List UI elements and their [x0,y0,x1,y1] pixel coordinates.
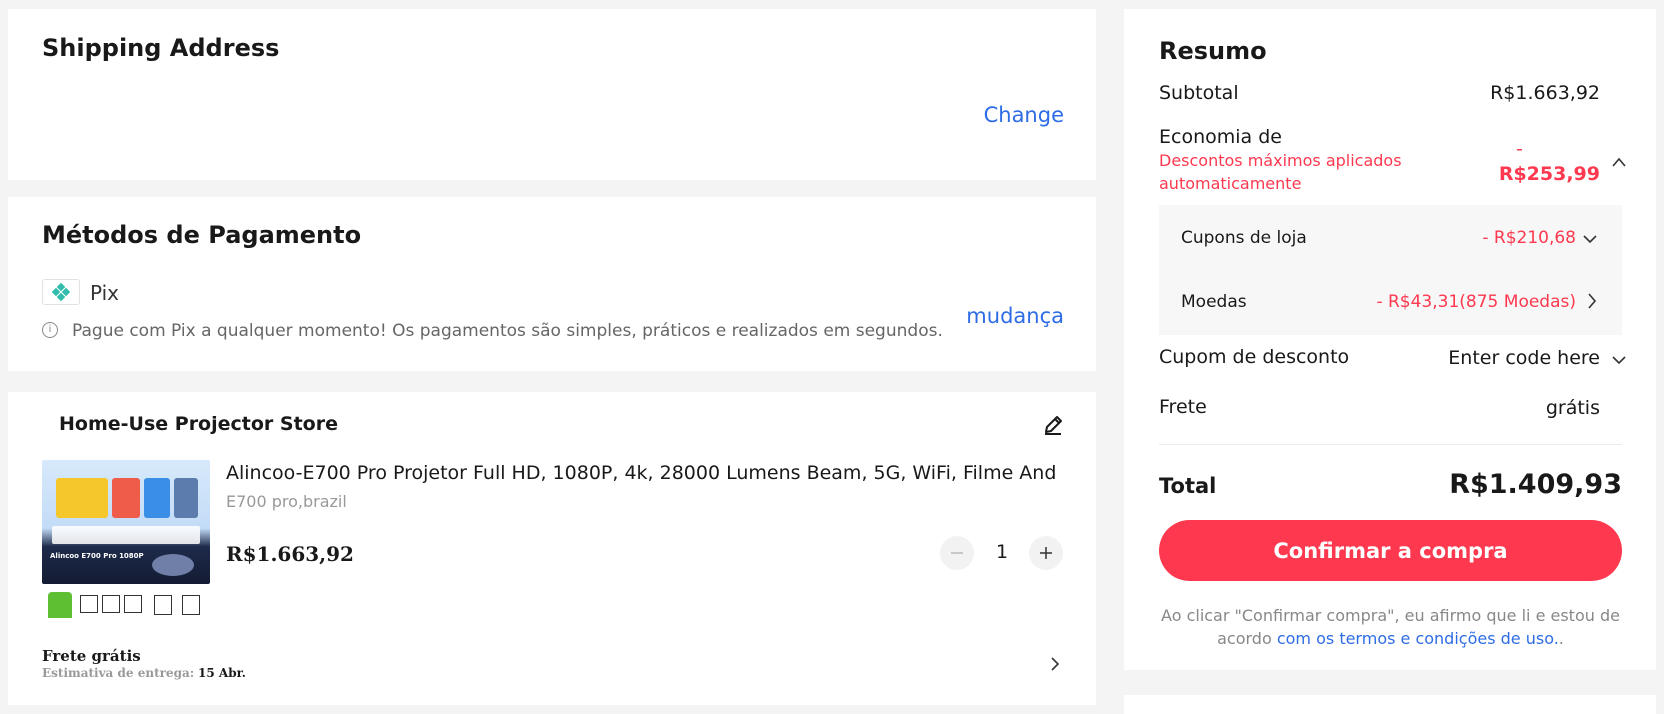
shipping-address-card: Shipping Address Change [8,9,1096,180]
product-price: R$1.663,92 [226,542,354,566]
free-shipping-label: Frete grátis [42,647,141,665]
store-coupons-label: Cupons de loja [1181,228,1307,248]
total-label: Total [1159,474,1217,498]
confirm-purchase-button[interactable]: Confirmar a compra [1159,520,1622,581]
savings-value-dash: - [1516,138,1523,160]
savings-label: Economia de [1159,126,1282,148]
total-value: R$1.409,93 [1449,469,1622,500]
discount-code-input[interactable]: Enter code here [1448,347,1600,369]
divider [1159,444,1622,445]
change-payment-link[interactable]: mudança [966,304,1064,328]
subtotal-label: Subtotal [1159,82,1239,104]
increase-quantity-button[interactable] [1029,536,1063,570]
coins-value: - R$43,31(875 Moedas) [1376,292,1576,312]
chevron-down-icon[interactable] [1582,232,1598,244]
terms-notice: Ao clicar "Confirmar compra", eu afirmo … [1159,604,1622,650]
chevron-right-icon[interactable] [1048,656,1062,672]
coins-label: Moedas [1181,292,1247,312]
quantity-value[interactable]: 1 [994,541,1010,563]
savings-value: R$253,99 [1498,163,1600,185]
savings-note-line-2: automaticamente [1159,174,1302,193]
chevron-down-icon[interactable] [1611,353,1627,365]
chevron-right-icon[interactable] [1586,292,1598,310]
decrease-quantity-button[interactable] [940,536,974,570]
pix-icon [42,279,80,305]
discount-code-label: Cupom de desconto [1159,346,1350,368]
chevron-up-icon[interactable] [1611,155,1627,167]
product-variant: E700 pro,brazil [226,492,347,511]
terms-end: . [1558,629,1564,648]
feature-badges [46,592,202,618]
terms-text: Ao clicar "Confirmar compra", eu afirmo … [1161,606,1620,625]
secondary-card [1124,695,1656,714]
payment-methods-card: Métodos de Pagamento Pix i Pague com Pix… [8,197,1096,371]
savings-note-line-1: Descontos máximos aplicados [1159,151,1402,170]
delivery-estimate: Estimativa de entrega: 15 Abr. [42,666,246,680]
subtotal-value: R$1.663,92 [1490,82,1600,104]
savings-breakdown [1159,205,1622,335]
store-coupons-value: - R$210,68 [1482,228,1576,248]
payment-methods-title: Métodos de Pagamento [42,221,362,249]
product-image[interactable]: Alincoo E700 Pro 1080P [42,460,210,584]
edit-icon[interactable] [1042,414,1064,436]
product-image-caption: Alincoo E700 Pro 1080P [50,552,144,560]
product-title[interactable]: Alincoo-E700 Pro Projetor Full HD, 1080P… [226,462,1056,484]
payment-info-text: Pague com Pix a qualquer momento! Os pag… [72,321,943,341]
freight-value: grátis [1545,397,1600,419]
delivery-estimate-date: 15 Abr. [198,666,246,680]
shipping-address-title: Shipping Address [42,34,280,62]
change-address-link[interactable]: Change [984,103,1064,127]
terms-link[interactable]: com os termos e condições de uso. [1277,629,1559,648]
freight-label: Frete [1159,396,1207,418]
info-icon: i [42,322,58,338]
summary-title: Resumo [1159,37,1267,65]
terms-text-2: acordo [1217,629,1272,648]
delivery-estimate-label: Estimativa de entrega: [42,666,195,680]
store-name: Home-Use Projector Store [59,413,338,435]
payment-method-name: Pix [90,281,120,305]
